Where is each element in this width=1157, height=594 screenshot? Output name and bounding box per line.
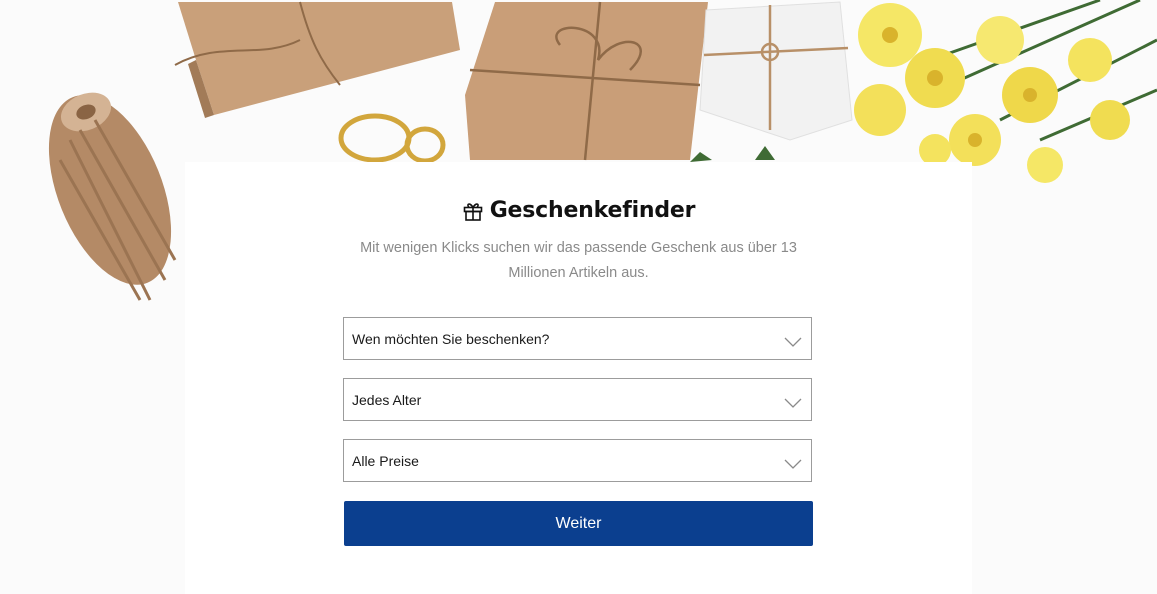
gift-parcel-center <box>465 1 708 161</box>
recipient-select-value: Wen möchten Sie beschenken? <box>352 330 550 347</box>
chevron-down-icon <box>784 334 802 347</box>
age-select[interactable]: Jedes Alter <box>343 378 812 421</box>
page-subtitle: Mit wenigen Klicks suchen wir das passen… <box>360 240 797 281</box>
chevron-down-icon <box>784 456 802 469</box>
gift-icon <box>462 200 484 222</box>
price-select[interactable]: Alle Preise <box>343 439 812 482</box>
gift-finder-card: Geschenkefinder Mit wenigen Klicks suche… <box>185 162 972 594</box>
title-row: Geschenkefinder <box>185 198 972 223</box>
price-select-value: Alle Preise <box>352 452 419 469</box>
chevron-down-icon <box>784 395 802 408</box>
age-select-value: Jedes Alter <box>352 391 422 408</box>
continue-button[interactable]: Weiter <box>344 501 813 546</box>
page-title: Geschenkefinder <box>489 198 696 223</box>
recipient-select[interactable]: Wen möchten Sie beschenken? <box>343 317 812 360</box>
